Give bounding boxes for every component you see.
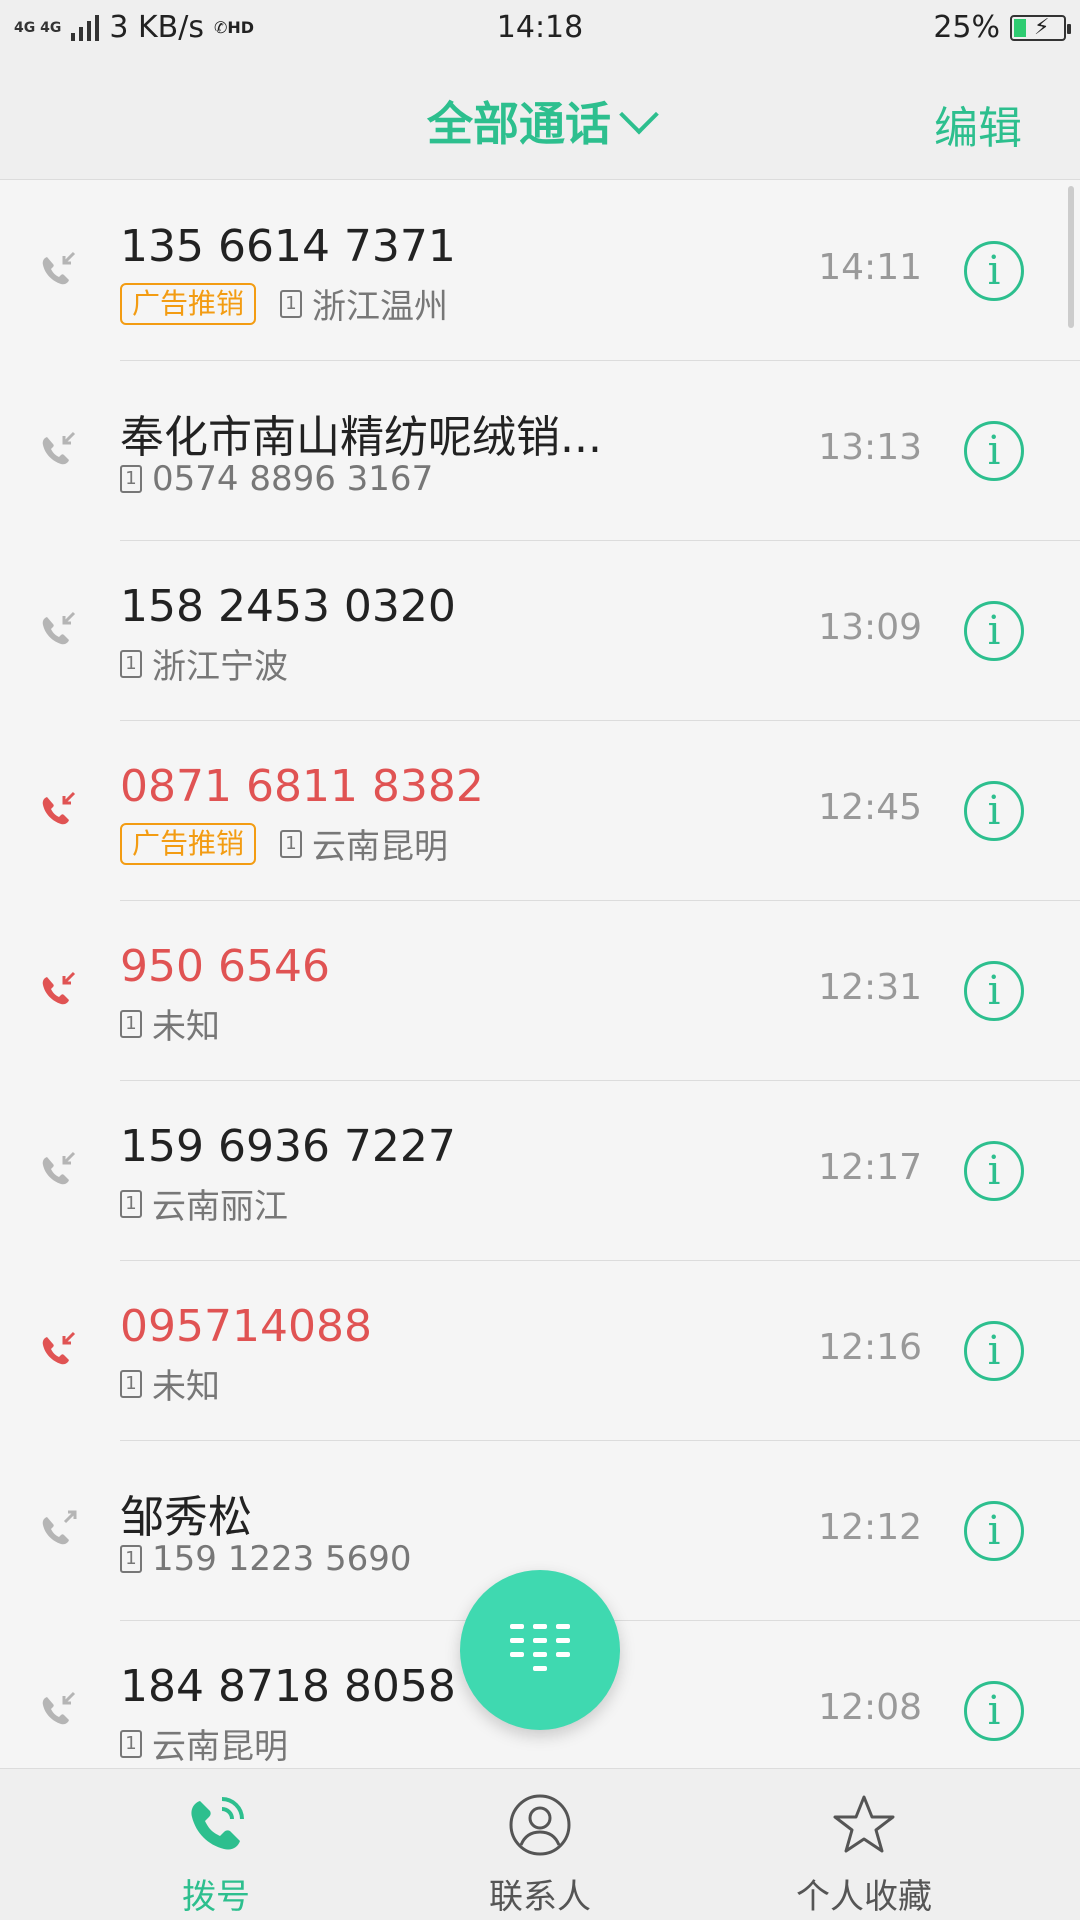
sim-card-icon: 1 (120, 1729, 142, 1758)
call-detail: 广告推销 1 浙江温州 (120, 279, 448, 328)
call-detail: 1 未知 (120, 999, 220, 1048)
missed-call-icon (42, 791, 76, 825)
caller-name: 950 6546 (120, 941, 330, 992)
sim-card-icon: 1 (120, 1009, 142, 1038)
call-log-row[interactable]: 159 6936 7227 1 云南丽江 12:17 i (0, 1081, 1080, 1261)
call-time: 12:31 (818, 967, 922, 1008)
call-time: 12:08 (818, 1687, 922, 1728)
battery-icon: ⚡ (1010, 14, 1071, 41)
call-log-row[interactable]: 950 6546 1 未知 12:31 i (0, 901, 1080, 1081)
incoming-call-icon (42, 1691, 76, 1725)
call-log-row[interactable]: 135 6614 7371 广告推销 1 浙江温州 14:11 i (0, 181, 1080, 361)
incoming-call-icon (42, 611, 76, 645)
sim-card-icon: 1 (120, 1545, 142, 1573)
call-detail: 1 未知 (120, 1359, 220, 1408)
call-log-row[interactable]: 0871 6811 8382 广告推销 1 云南昆明 12:45 i (0, 721, 1080, 901)
incoming-call-icon (42, 251, 76, 285)
bottom-navigation: 拨号 联系人 个人收藏 (0, 1768, 1080, 1920)
caller-location: 未知 (152, 1367, 220, 1407)
call-log-row[interactable]: 095714088 1 未知 12:16 i (0, 1261, 1080, 1441)
call-time: 12:45 (818, 787, 922, 828)
missed-call-icon (42, 971, 76, 1005)
status-bar: 4G 4G 3 KB/s ✆HD 14:18 25% ⚡ (0, 0, 1080, 54)
status-time: 14:18 (496, 10, 584, 45)
call-time: 13:09 (818, 607, 922, 648)
filter-label: 全部通话 (427, 97, 611, 151)
caller-location: 云南昆明 (312, 827, 449, 867)
call-time: 12:16 (818, 1327, 922, 1368)
dialpad-button[interactable] (460, 1570, 620, 1730)
caller-name: 奉化市南山精纺呢绒销... (120, 412, 602, 463)
info-button[interactable]: i (964, 961, 1024, 1021)
caller-name: 135 6614 7371 (120, 221, 456, 272)
info-button[interactable]: i (964, 421, 1024, 481)
dialpad-icon (510, 1624, 570, 1671)
caller-location: 未知 (152, 1007, 220, 1047)
caller-location: 浙江宁波 (152, 647, 288, 687)
sim-card-icon: 1 (120, 1189, 142, 1218)
missed-call-icon (42, 1331, 76, 1365)
caller-location: 云南昆明 (152, 1727, 288, 1767)
filter-dropdown[interactable]: 全部通话 (0, 88, 1080, 154)
tab-favorites[interactable]: 个人收藏 (744, 1769, 984, 1920)
status-right: 25% ⚡ (933, 10, 1071, 45)
caller-location: 159 1223 5690 (152, 1539, 412, 1579)
caller-location: 云南丽江 (152, 1187, 288, 1227)
incoming-call-icon (42, 1151, 76, 1185)
sim-card-icon: 1 (280, 829, 303, 858)
info-button[interactable]: i (964, 241, 1024, 301)
chevron-down-icon (619, 94, 659, 135)
call-detail: 1 云南昆明 (120, 1719, 288, 1768)
call-time: 12:17 (818, 1147, 922, 1188)
call-log-list[interactable]: 135 6614 7371 广告推销 1 浙江温州 14:11 i 奉化市南山精纺呢绒销..… (0, 181, 1080, 1768)
spam-tag: 广告推销 (120, 282, 257, 325)
scrollbar[interactable] (1068, 186, 1074, 328)
call-detail: 1 浙江宁波 (120, 639, 288, 688)
tab-dial-label: 拨号 (182, 1877, 250, 1917)
call-log-row[interactable]: 奉化市南山精纺呢绒销... 1 0574 8896 3167 13:13 i (0, 361, 1080, 541)
call-detail: 1 0574 8896 3167 (120, 459, 433, 499)
sim-card-icon: 1 (120, 1369, 142, 1398)
caller-name: 158 2453 0320 (120, 581, 456, 632)
info-button[interactable]: i (964, 601, 1024, 661)
tab-contacts-label: 联系人 (489, 1877, 591, 1917)
edit-button[interactable]: 编辑 (934, 92, 1022, 156)
caller-name: 184 8718 8058 (120, 1661, 456, 1712)
call-time: 14:11 (818, 247, 922, 288)
caller-location: 0574 8896 3167 (152, 459, 434, 499)
call-log-header: 全部通话 编辑 (0, 54, 1080, 180)
battery-percent: 25% (933, 10, 1000, 45)
tab-favorites-label: 个人收藏 (796, 1877, 932, 1917)
charging-icon: ⚡ (1034, 14, 1050, 40)
info-button[interactable]: i (964, 1501, 1024, 1561)
battery-fill (1014, 18, 1026, 37)
info-button[interactable]: i (964, 1141, 1024, 1201)
call-detail: 1 云南丽江 (120, 1179, 288, 1228)
incoming-call-icon (42, 431, 76, 465)
sim-card-icon: 1 (120, 649, 142, 678)
sim-card-icon: 1 (120, 465, 142, 493)
caller-name: 邹秀松 (120, 1492, 252, 1543)
caller-location: 浙江温州 (312, 287, 449, 327)
call-detail: 广告推销 1 云南昆明 (120, 819, 448, 868)
star-icon (833, 1795, 895, 1853)
caller-name: 0871 6811 8382 (120, 761, 484, 812)
tab-contacts[interactable]: 联系人 (420, 1769, 660, 1920)
outgoing-call-icon (42, 1510, 77, 1545)
call-log-row[interactable]: 158 2453 0320 1 浙江宁波 13:09 i (0, 541, 1080, 721)
info-button[interactable]: i (964, 1681, 1024, 1741)
info-button[interactable]: i (964, 781, 1024, 841)
info-button[interactable]: i (964, 1321, 1024, 1381)
caller-name: 095714088 (120, 1301, 372, 1352)
caller-name: 159 6936 7227 (120, 1121, 456, 1172)
phone-icon (191, 1797, 244, 1850)
spam-tag: 广告推销 (120, 822, 257, 865)
call-detail: 1 159 1223 5690 (120, 1539, 412, 1579)
contact-icon (509, 1794, 571, 1856)
tab-dial[interactable]: 拨号 (96, 1769, 336, 1920)
sim-card-icon: 1 (280, 289, 303, 318)
call-time: 13:13 (818, 427, 922, 468)
call-time: 12:12 (818, 1507, 922, 1548)
